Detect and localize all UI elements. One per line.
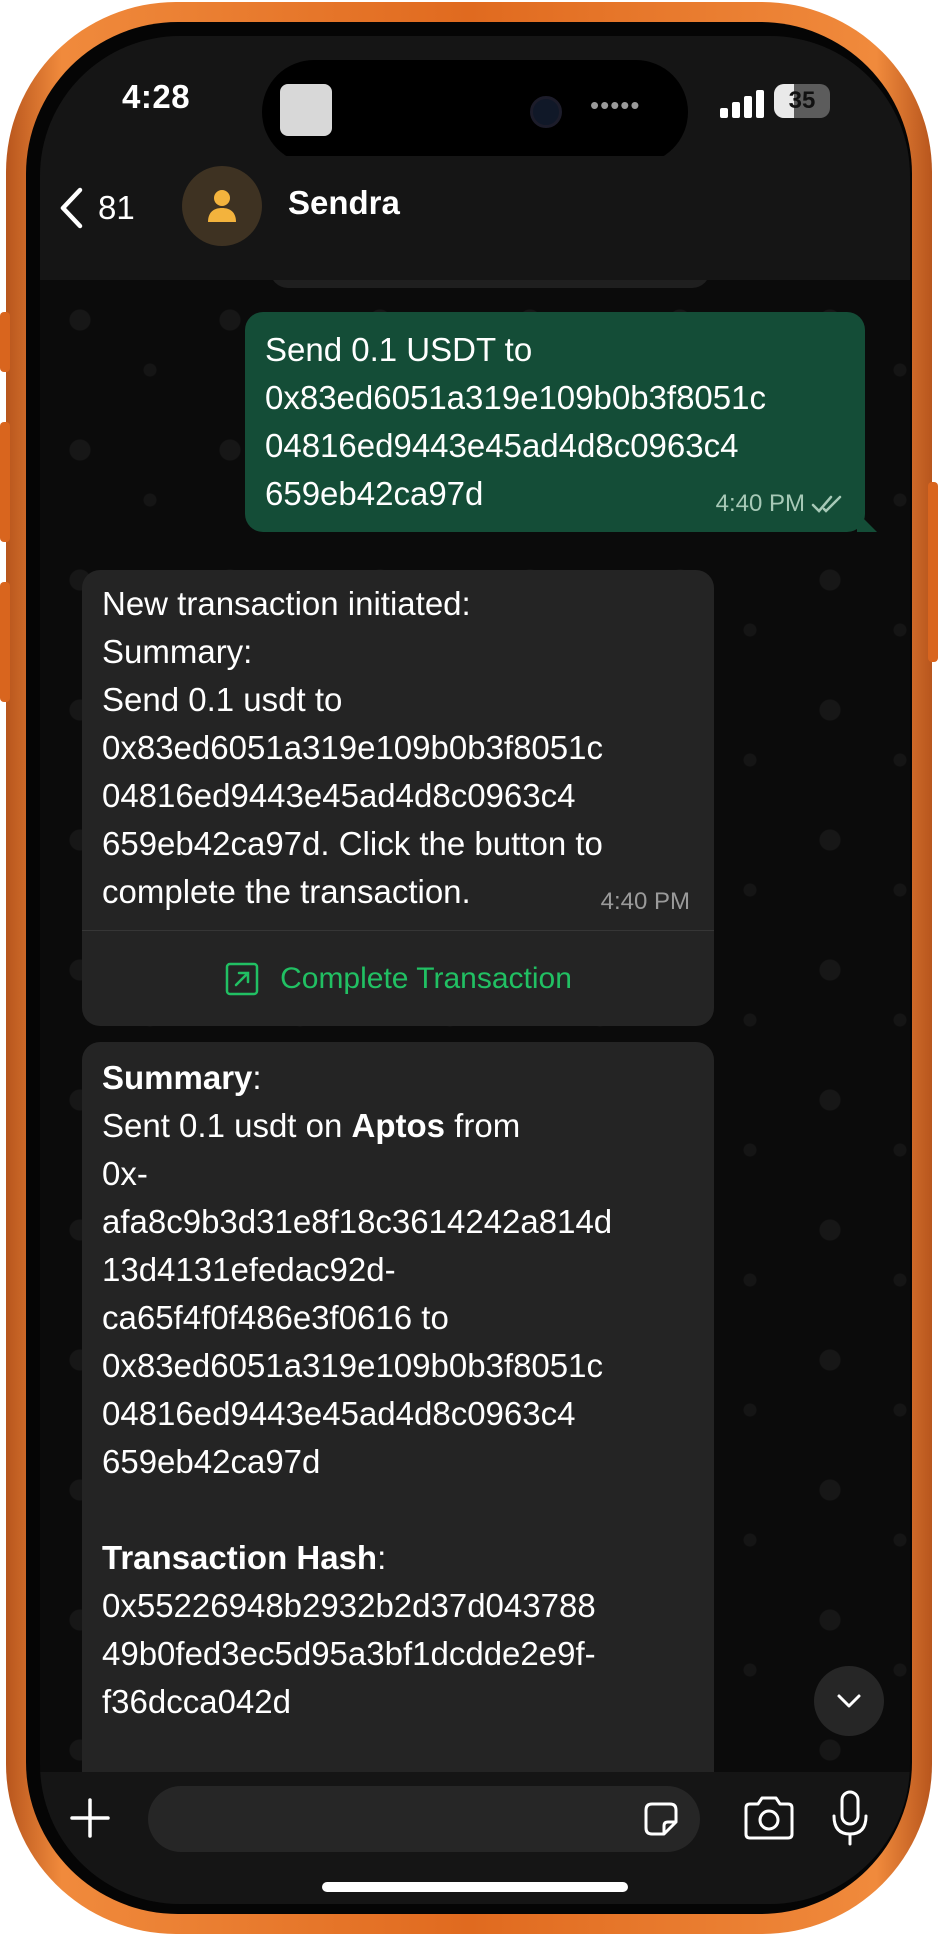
dynamic-island: ••••• bbox=[262, 60, 688, 164]
island-app-thumbnail bbox=[280, 84, 332, 136]
chat-header: 81 Sendra bbox=[40, 156, 910, 280]
incoming-message-transaction-initiated[interactable]: New transaction initiated: Summary: Send… bbox=[82, 570, 714, 1026]
chat-area[interactable]: Send 0.1 USDT to 0x83ed6051a319e109b0b3f… bbox=[40, 280, 910, 1772]
outgoing-message-time: 4:40 PM bbox=[715, 490, 805, 517]
side-button-volume-up bbox=[0, 422, 10, 542]
home-indicator[interactable] bbox=[322, 1882, 628, 1892]
message-composer bbox=[40, 1772, 910, 1904]
incoming-message-summary[interactable]: Summary: Sent 0.1 usdt on Aptos from 0x-… bbox=[82, 1042, 714, 1772]
hash-line: f36dcca042d bbox=[102, 1683, 291, 1720]
sent-line: Sent 0.1 usdt on Aptos from bbox=[102, 1102, 694, 1150]
contact-avatar[interactable] bbox=[182, 166, 262, 246]
transaction-hash-label: Transaction Hash bbox=[102, 1539, 378, 1576]
unread-count: 81 bbox=[98, 189, 135, 226]
contact-name[interactable]: Sendra bbox=[288, 184, 400, 222]
plus-icon bbox=[70, 1798, 110, 1838]
read-receipt-icon bbox=[811, 495, 842, 513]
back-button[interactable]: 81 bbox=[58, 176, 135, 240]
from-word: from bbox=[445, 1107, 521, 1144]
incoming-message-time: 4:40 PM bbox=[600, 888, 690, 915]
side-button-power bbox=[928, 482, 938, 662]
outgoing-message[interactable]: Send 0.1 USDT to 0x83ed6051a319e109b0b3f… bbox=[245, 312, 877, 532]
microphone-icon[interactable] bbox=[830, 1788, 870, 1848]
external-link-icon bbox=[225, 962, 259, 995]
battery-level: 35 bbox=[788, 87, 816, 114]
from-address-line: 13d4131efedac92d- bbox=[102, 1251, 396, 1288]
chevron-down-icon bbox=[837, 1694, 861, 1708]
from-address-line: ca65f4f0f486e3f0616 to bbox=[102, 1299, 449, 1336]
bubble-tail bbox=[857, 512, 877, 532]
battery-icon: 35 bbox=[774, 84, 830, 118]
hash-line: 49b0fed3ec5d95a3bf1dcdde2e9f- bbox=[102, 1635, 596, 1672]
person-icon bbox=[208, 190, 236, 222]
side-button-action bbox=[0, 312, 10, 372]
complete-transaction-button[interactable]: Complete Transaction bbox=[82, 931, 714, 1026]
hash-heading-line: Transaction Hash: bbox=[102, 1539, 387, 1576]
front-camera-icon bbox=[530, 96, 562, 128]
status-bar: 4:28 ••••• 35 bbox=[40, 36, 910, 164]
sticker-icon[interactable] bbox=[640, 1798, 682, 1840]
from-address-line: 0x- bbox=[102, 1155, 148, 1192]
island-dots-icon: ••••• bbox=[590, 90, 641, 120]
incoming-message-text: New transaction initiated: Summary: Send… bbox=[102, 585, 603, 910]
from-address-line: afa8c9b3d31e8f18c3614242a814d bbox=[102, 1203, 613, 1240]
to-address-line: 659eb42ca97d bbox=[102, 1443, 321, 1480]
summary-heading-line: Summary: bbox=[102, 1059, 262, 1096]
to-address-line: 0x83ed6051a319e109b0b3f8051c bbox=[102, 1347, 603, 1384]
complete-transaction-label: Complete Transaction bbox=[280, 961, 572, 995]
camera-icon[interactable] bbox=[742, 1794, 796, 1842]
network-name: Aptos bbox=[351, 1107, 446, 1144]
message-input[interactable] bbox=[148, 1786, 700, 1852]
side-button-volume-down bbox=[0, 582, 10, 702]
sent-prefix: Sent 0.1 usdt on bbox=[102, 1107, 352, 1144]
scroll-to-bottom-button[interactable] bbox=[814, 1666, 884, 1736]
cellular-signal-icon bbox=[720, 88, 766, 118]
summary-label: Summary bbox=[102, 1059, 253, 1096]
to-address-line: 04816ed9443e45ad4d8c0963c4 bbox=[102, 1395, 576, 1432]
previous-message-edge bbox=[270, 280, 710, 288]
back-chevron-icon bbox=[60, 187, 83, 229]
hash-line: 0x55226948b2932b2d37d043788 bbox=[102, 1587, 596, 1624]
status-time: 4:28 bbox=[122, 78, 191, 115]
outgoing-message-meta: 4:40 PM bbox=[716, 490, 845, 518]
attach-button[interactable] bbox=[60, 1788, 120, 1848]
phone-screen: 4:28 ••••• 35 81 Sendra Send 0.1 USDT to… bbox=[40, 36, 910, 1904]
